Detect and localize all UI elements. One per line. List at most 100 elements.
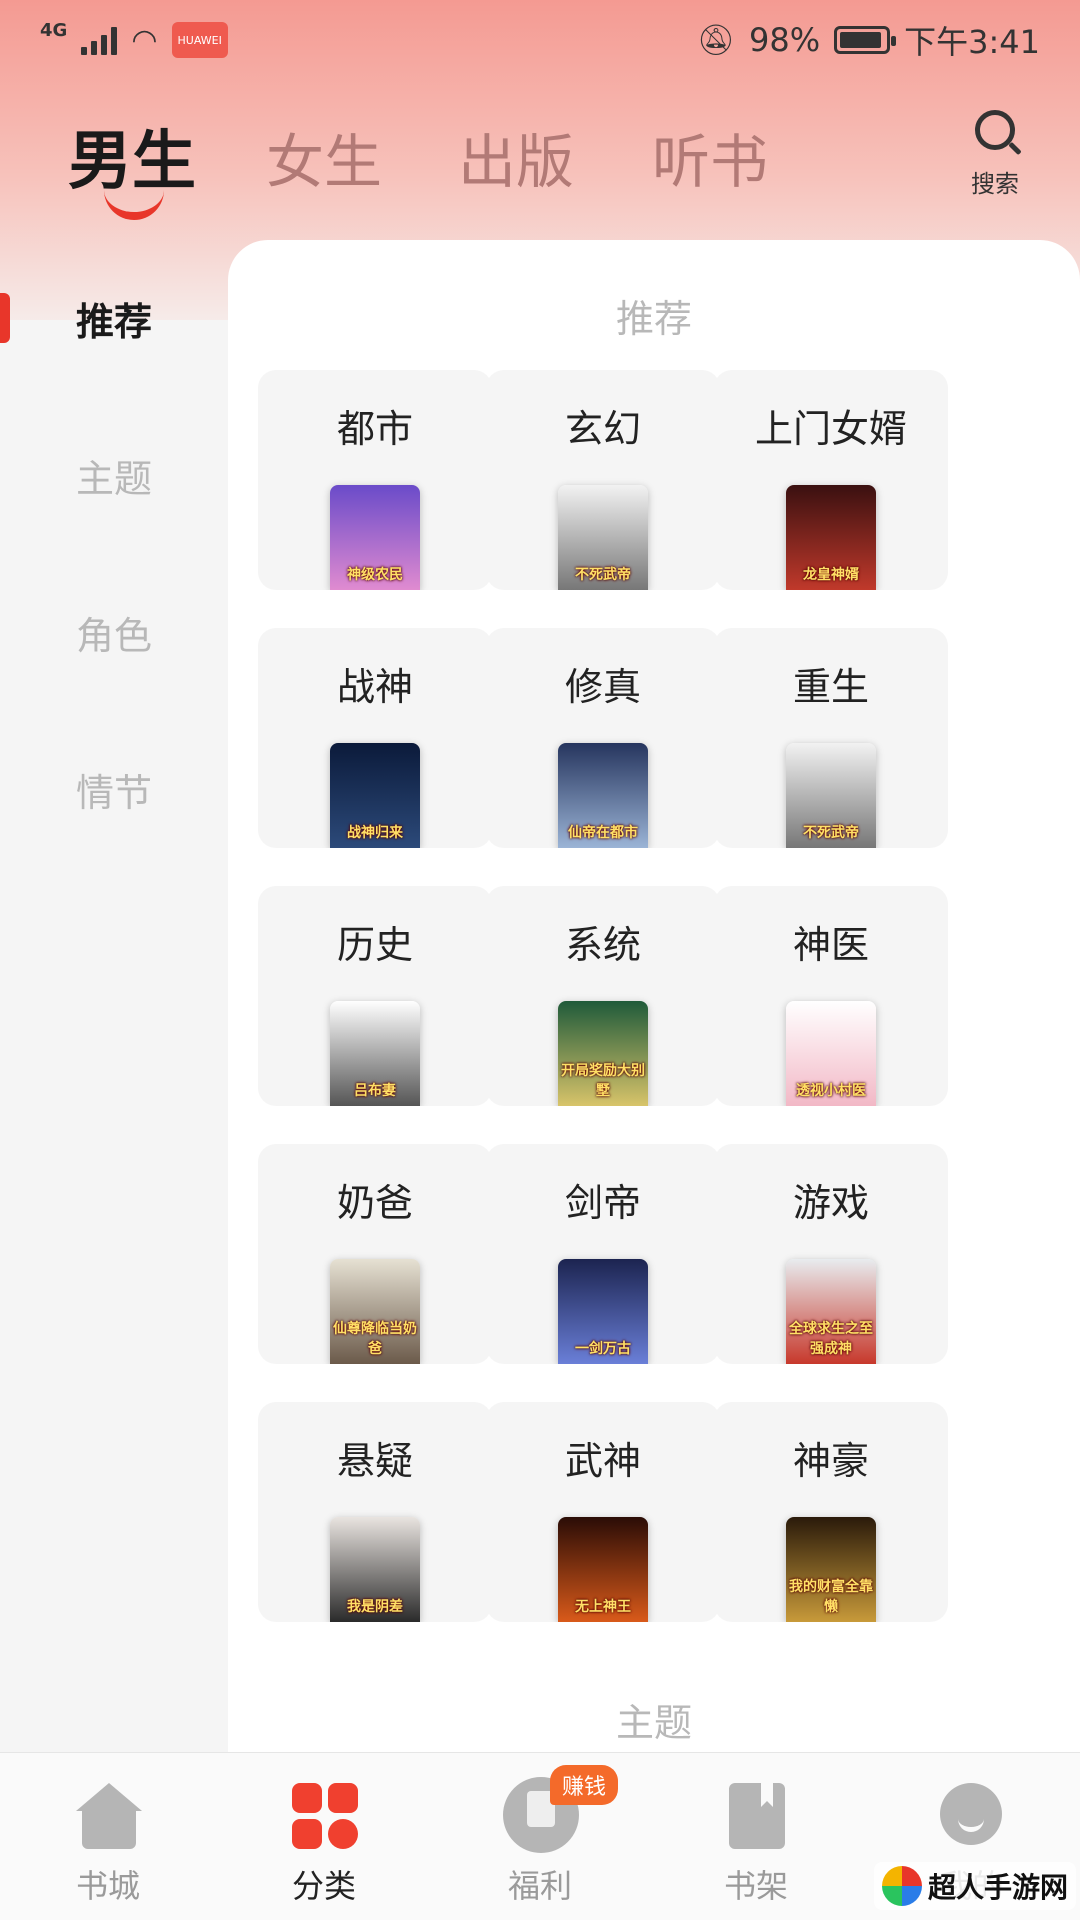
book-cover-image: 吕布妻: [330, 1001, 420, 1106]
category-label: 神医: [792, 923, 869, 967]
sidebar-item-role[interactable]: 角色: [0, 592, 228, 672]
nav-welfare[interactable]: 赚钱 福利: [432, 1753, 648, 1920]
category-label: 上门女婿: [754, 407, 907, 451]
book-cover-title: 我的财富全靠懒: [789, 1579, 873, 1615]
category-card[interactable]: 战神 战神归来: [258, 628, 492, 848]
search-icon: [975, 110, 1015, 150]
nav-label: 福利: [507, 1867, 572, 1905]
nav-bookshelf[interactable]: 书架: [648, 1753, 864, 1920]
category-card[interactable]: 奶爸 仙尊降临当奶爸: [258, 1144, 492, 1364]
category-label: 游戏: [792, 1181, 869, 1225]
section-title-recommend: 推荐: [615, 297, 692, 341]
category-label: 神豪: [792, 1439, 869, 1483]
book-cover-title: 我是阴差: [347, 1599, 403, 1615]
watermark-text: 超人手游网: [927, 1871, 1068, 1904]
book-cover-title: 龙皇神婿: [803, 567, 859, 583]
book-cover-title: 仙帝在都市: [568, 825, 638, 841]
category-label: 武神: [564, 1439, 641, 1483]
book-cover-title: 神级农民: [347, 567, 403, 583]
clock: 下午3:41: [904, 23, 1040, 61]
category-card[interactable]: 游戏全球求生之至强成神: [714, 1144, 948, 1364]
profile-icon: [940, 1783, 1006, 1849]
book-cover-image: 不死武帝: [558, 485, 648, 590]
book-cover-title: 战神归来: [347, 825, 403, 841]
category-card[interactable]: 神豪 我的财富全靠懒: [714, 1402, 948, 1622]
wifi-icon: ◠: [131, 22, 158, 58]
signal-icon: [81, 25, 118, 55]
book-cover-title: 开局奖励大别墅: [561, 1063, 645, 1099]
sidebar-item-recommend[interactable]: 推荐: [0, 278, 228, 358]
nav-label: 书城: [75, 1867, 140, 1905]
book-cover-image: 神级农民: [330, 485, 420, 590]
book-cover-image: 我的财富全靠懒: [786, 1517, 876, 1622]
book-cover-title: 不死武帝: [803, 825, 859, 841]
book-cover-title: 透视小村医: [796, 1083, 866, 1099]
category-card[interactable]: 重生 不死武帝: [714, 628, 948, 848]
status-bar: 4G ◠ HUAWEI 🔕︎ 98% 下午3:41: [0, 0, 1080, 80]
category-card[interactable]: 神医 透视小村医: [714, 886, 948, 1106]
book-cover-image: 龙皇神婿: [786, 485, 876, 590]
site-watermark: 超人手游网: [873, 1862, 1076, 1910]
nav-category[interactable]: 分类: [216, 1753, 432, 1920]
category-label: 奶爸: [336, 1181, 413, 1225]
network-type: 4G: [40, 19, 68, 41]
carrier-badge: HUAWEI: [171, 22, 228, 58]
book-cover-image: 仙帝在都市: [558, 743, 648, 848]
home-icon: [76, 1783, 142, 1849]
category-card[interactable]: 剑帝 一剑万古: [486, 1144, 720, 1364]
category-card[interactable]: 悬疑 我是阴差: [258, 1402, 492, 1622]
tab-publish[interactable]: 出版: [458, 115, 574, 199]
book-cover-image: 一剑万古: [558, 1259, 648, 1364]
category-label: 剑帝: [564, 1181, 641, 1225]
channel-tabs: 男生 女生 出版 听书 搜索: [0, 95, 1080, 220]
book-cover-title: 仙尊降临当奶爸: [333, 1321, 417, 1357]
tab-audiobook[interactable]: 听书: [652, 115, 768, 199]
sidebar-item-theme[interactable]: 主题: [0, 435, 228, 515]
tab-male[interactable]: 男生: [68, 110, 196, 202]
book-cover-image: 全球求生之至强成神: [786, 1259, 876, 1364]
section-title-theme: 主题: [615, 1701, 692, 1745]
book-cover-title: 一剑万古: [575, 1341, 631, 1357]
category-label: 重生: [792, 665, 869, 709]
watermark-logo-icon: [881, 1866, 922, 1906]
book-cover-image: 我是阴差: [330, 1517, 420, 1622]
category-label: 悬疑: [336, 1439, 413, 1483]
mute-bell-icon: 🔕︎: [696, 22, 735, 58]
category-card[interactable]: 系统 开局奖励大别墅: [486, 886, 720, 1106]
sidebar-item-plot[interactable]: 情节: [0, 749, 228, 829]
book-cover-image: 不死武帝: [786, 743, 876, 848]
category-panel: 推荐 都市 神级农民 玄幻 不死武帝 上门女婿 龙皇神婿 战神 战神归来 修真 仙帝在都市 重生 不死…: [228, 240, 1080, 1752]
category-label: 都市: [336, 407, 413, 451]
nav-bookstore[interactable]: 书城: [0, 1753, 216, 1920]
book-cover-title: 不死武帝: [575, 567, 631, 583]
book-cover-image: 透视小村医: [786, 1001, 876, 1106]
category-card[interactable]: 玄幻 不死武帝: [486, 370, 720, 590]
category-sidebar: 推荐 主题 角色 情节: [0, 240, 228, 1752]
category-card[interactable]: 修真 仙帝在都市: [486, 628, 720, 848]
category-label: 玄幻: [564, 407, 641, 451]
category-card[interactable]: 武神 无上神王: [486, 1402, 720, 1622]
category-label: 系统: [564, 923, 641, 967]
category-card[interactable]: 上门女婿 龙皇神婿: [714, 370, 948, 590]
nav-label: 书架: [723, 1867, 788, 1905]
book-cover-image: 战神归来: [330, 743, 420, 848]
battery-percent: 98%: [749, 21, 821, 59]
category-label: 历史: [336, 923, 413, 967]
book-cover-title: 吕布妻: [354, 1083, 396, 1099]
search-button[interactable]: 搜索: [960, 110, 1030, 199]
search-label: 搜索: [971, 170, 1019, 198]
bookshelf-icon: [724, 1783, 790, 1849]
earn-badge: 赚钱: [550, 1765, 619, 1805]
battery-icon: [834, 26, 897, 54]
nav-label: 分类: [291, 1867, 356, 1905]
category-label: 战神: [336, 665, 413, 709]
category-icon: [292, 1783, 358, 1849]
tab-female[interactable]: 女生: [266, 115, 382, 199]
book-cover-image: 开局奖励大别墅: [558, 1001, 648, 1106]
category-card[interactable]: 历史 吕布妻: [258, 886, 492, 1106]
book-cover-image: 仙尊降临当奶爸: [330, 1259, 420, 1364]
category-card[interactable]: 都市 神级农民: [258, 370, 492, 590]
book-cover-title: 全球求生之至强成神: [789, 1321, 873, 1357]
book-cover-title: 无上神王: [575, 1599, 631, 1615]
book-cover-image: 无上神王: [558, 1517, 648, 1622]
